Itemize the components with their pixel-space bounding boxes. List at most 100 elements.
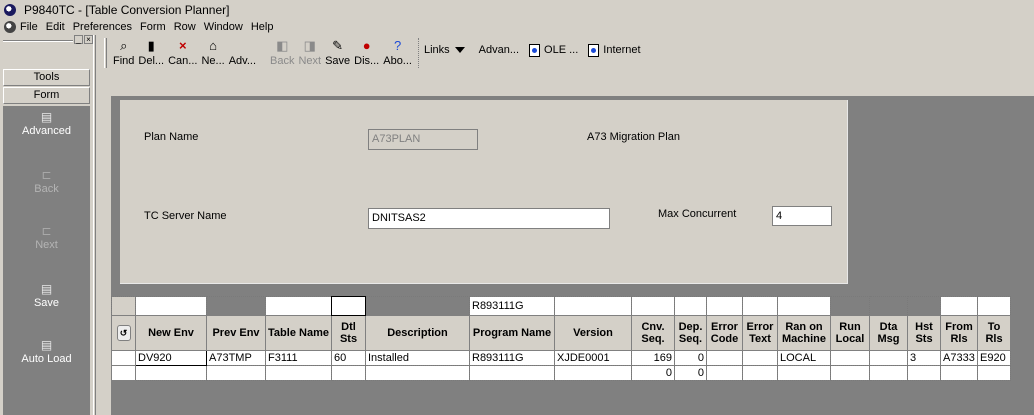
qbe-cell[interactable] xyxy=(135,296,207,316)
sidebar-back-button[interactable]: ⊏ Back xyxy=(3,168,90,195)
cell-program-name[interactable]: R893111G xyxy=(469,350,555,366)
cell-description[interactable] xyxy=(365,365,470,381)
tab-tools[interactable]: Tools xyxy=(3,69,90,86)
column-header-from-rls[interactable]: From Rls xyxy=(940,315,978,351)
next-button[interactable]: ◨ Next xyxy=(296,36,323,67)
cell-to-rls[interactable]: E920 xyxy=(977,350,1011,366)
column-header-table-name[interactable]: Table Name xyxy=(265,315,332,351)
back-button[interactable]: ◧ Back xyxy=(268,36,296,67)
column-header-error-text[interactable]: Error Text xyxy=(742,315,778,351)
menu-row[interactable]: Row xyxy=(174,21,196,33)
cell-error-code[interactable] xyxy=(706,350,743,366)
advan-link[interactable]: Advan... xyxy=(479,44,519,56)
internet-link[interactable]: Internet xyxy=(588,43,641,57)
tc-server-field[interactable]: DNITSAS2 xyxy=(368,208,610,229)
display-button[interactable]: ● Dis... xyxy=(352,36,381,67)
advanced-button[interactable]: Adv... xyxy=(227,36,258,67)
cell-from-rls[interactable]: A7333 xyxy=(940,350,978,366)
qbe-cell[interactable] xyxy=(777,296,831,316)
cell-dta-msg[interactable] xyxy=(869,350,908,366)
column-header-to-rls[interactable]: To Rls xyxy=(977,315,1011,351)
qbe-cell[interactable] xyxy=(977,296,1011,316)
cell-prev-env[interactable]: A73TMP xyxy=(206,350,266,366)
cell-to-rls[interactable] xyxy=(977,365,1011,381)
column-header-program-name[interactable]: Program Name xyxy=(469,315,555,351)
table-row[interactable]: 0 0 xyxy=(111,365,1011,381)
tab-form[interactable]: Form xyxy=(3,87,90,104)
cell-dtl-sts[interactable]: 60 xyxy=(331,350,366,366)
ole-link[interactable]: OLE ... xyxy=(529,43,578,57)
cell-run-local[interactable] xyxy=(830,365,870,381)
qbe-cell[interactable] xyxy=(940,296,978,316)
column-header-prev-env[interactable]: Prev Env xyxy=(206,315,266,351)
column-header-cnv-seq[interactable]: Cnv. Seq. xyxy=(631,315,675,351)
about-button[interactable]: ? Abo... xyxy=(381,36,414,67)
child-window-icon[interactable] xyxy=(4,21,16,33)
cell-table-name[interactable] xyxy=(265,365,332,381)
find-button[interactable]: ⌕ Find xyxy=(111,36,136,67)
qbe-cell[interactable] xyxy=(742,296,778,316)
cell-new-env[interactable]: DV920 xyxy=(135,350,207,366)
cell-table-name[interactable]: F3111 xyxy=(265,350,332,366)
menu-window[interactable]: Window xyxy=(204,21,243,33)
links-dropdown[interactable]: Links xyxy=(424,44,469,56)
column-header-version[interactable]: Version xyxy=(554,315,632,351)
table-row[interactable]: DV920 A73TMP F3111 60 Installed R893111G… xyxy=(111,350,1011,366)
cell-dta-msg[interactable] xyxy=(869,365,908,381)
row-header[interactable] xyxy=(111,350,136,366)
new-button[interactable]: ⌂ Ne... xyxy=(199,36,226,67)
cell-ran-on-machine[interactable] xyxy=(777,365,831,381)
sidebar-save-button[interactable]: ▤ Save xyxy=(3,282,90,309)
column-header-run-local[interactable]: Run Local xyxy=(830,315,870,351)
cell-version[interactable]: XJDE0001 xyxy=(554,350,632,366)
close-icon[interactable]: × xyxy=(84,35,93,44)
cell-program-name[interactable] xyxy=(469,365,555,381)
sidebar-grip[interactable] xyxy=(3,40,73,42)
cell-from-rls[interactable] xyxy=(940,365,978,381)
column-header-dep-seq[interactable]: Dep. Seq. xyxy=(674,315,707,351)
qbe-cell[interactable]: R893111G xyxy=(469,296,555,316)
column-header-error-code[interactable]: Error Code xyxy=(706,315,743,351)
qbe-cell[interactable] xyxy=(706,296,743,316)
menu-edit[interactable]: Edit xyxy=(46,21,65,33)
max-concurrent-field[interactable]: 4 xyxy=(772,206,832,226)
menu-file[interactable]: File xyxy=(20,21,38,33)
cell-description[interactable]: Installed xyxy=(365,350,470,366)
cancel-button[interactable]: × Can... xyxy=(166,36,199,67)
menu-form[interactable]: Form xyxy=(140,21,166,33)
toolbar-grip[interactable] xyxy=(104,38,107,68)
qbe-cell[interactable] xyxy=(265,296,332,316)
menu-help[interactable]: Help xyxy=(251,21,274,33)
qbe-cell[interactable] xyxy=(331,296,366,316)
cell-dep-seq[interactable]: 0 xyxy=(674,365,707,381)
cell-error-code[interactable] xyxy=(706,365,743,381)
cell-error-text[interactable] xyxy=(742,365,778,381)
sidebar-autoload-button[interactable]: ▤ Auto Load xyxy=(3,338,90,365)
row-select-header[interactable]: ↺ xyxy=(111,315,136,351)
cell-prev-env[interactable] xyxy=(206,365,266,381)
cell-hst-sts[interactable] xyxy=(907,365,941,381)
qbe-cell[interactable] xyxy=(631,296,675,316)
column-header-description[interactable]: Description xyxy=(365,315,470,351)
cell-error-text[interactable] xyxy=(742,350,778,366)
sidebar-splitter[interactable] xyxy=(93,35,96,415)
cell-run-local[interactable] xyxy=(830,350,870,366)
minimize-icon[interactable]: _ xyxy=(74,35,83,44)
cell-dep-seq[interactable]: 0 xyxy=(674,350,707,366)
delete-button[interactable]: ▮ Del... xyxy=(136,36,166,67)
cell-new-env[interactable] xyxy=(135,365,207,381)
qbe-cell[interactable] xyxy=(674,296,707,316)
column-header-hst-sts[interactable]: Hst Sts xyxy=(907,315,941,351)
sidebar-advanced-button[interactable]: ▤ Advanced xyxy=(3,110,90,137)
row-header[interactable] xyxy=(111,365,136,381)
column-header-ran-on-machine[interactable]: Ran on Machine xyxy=(777,315,831,351)
column-header-dta-msg[interactable]: Dta Msg xyxy=(869,315,908,351)
cell-cnv-seq[interactable]: 0 xyxy=(631,365,675,381)
sidebar-next-button[interactable]: ⊏ Next xyxy=(3,224,90,251)
column-header-dtl-sts[interactable]: Dtl Sts xyxy=(331,315,366,351)
column-header-new-env[interactable]: New Env xyxy=(135,315,207,351)
cell-version[interactable] xyxy=(554,365,632,381)
cell-ran-on-machine[interactable]: LOCAL xyxy=(777,350,831,366)
cell-hst-sts[interactable]: 3 xyxy=(907,350,941,366)
save-button[interactable]: ✎ Save xyxy=(323,36,352,67)
